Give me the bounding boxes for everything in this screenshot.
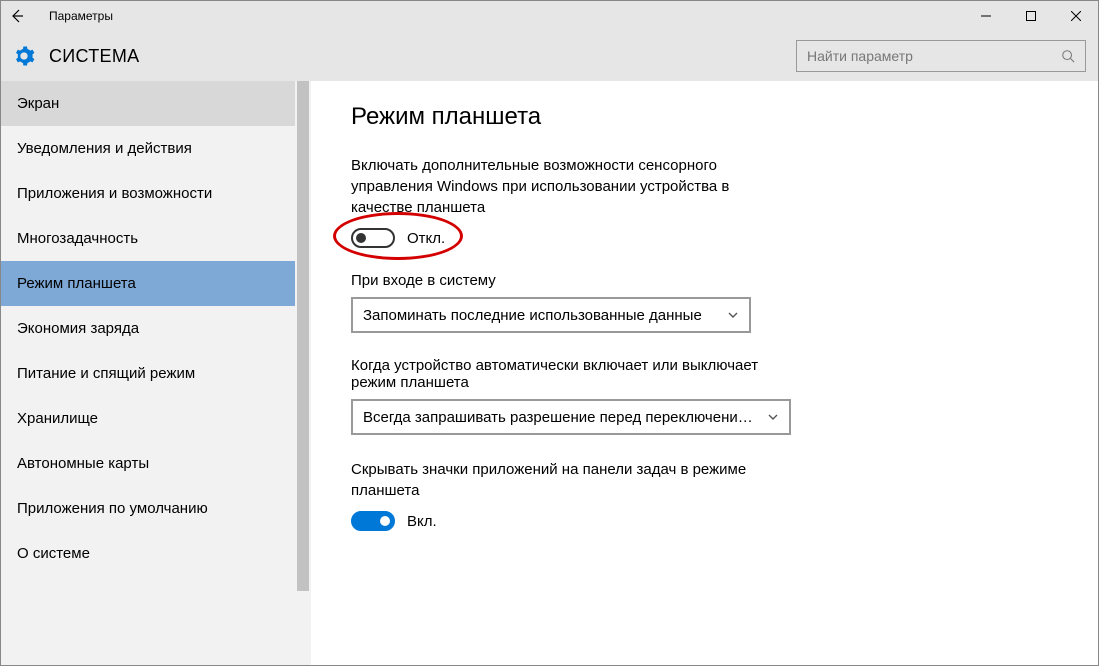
titlebar: Параметры	[1, 1, 1098, 31]
sidebar-item-9[interactable]: Приложения по умолчанию	[1, 486, 311, 531]
setting-label: Когда устройство автоматически включает …	[351, 357, 791, 391]
header-title: СИСТЕМА	[49, 46, 139, 67]
maximize-icon	[1026, 11, 1036, 21]
minimize-button[interactable]	[963, 1, 1008, 31]
dropdown-value: Запоминать последние использованные данн…	[363, 307, 721, 324]
setting-tablet-mode: Включать дополнительные возможности сенс…	[351, 155, 791, 248]
sidebar-item-1[interactable]: Уведомления и действия	[1, 126, 311, 171]
sidebar-item-label: Приложения по умолчанию	[17, 500, 208, 517]
setting-desc: Включать дополнительные возможности сенс…	[351, 155, 791, 218]
sidebar-item-5[interactable]: Экономия заряда	[1, 306, 311, 351]
scrollbar-thumb[interactable]	[297, 81, 309, 591]
sidebar-scrollbar[interactable]	[295, 81, 311, 665]
main-panel: Режим планшета Включать дополнительные в…	[311, 81, 1098, 665]
sidebar-item-label: Уведомления и действия	[17, 140, 192, 157]
sidebar-item-label: Хранилище	[17, 410, 98, 427]
sidebar-item-label: Автономные карты	[17, 455, 149, 472]
hide-icons-toggle[interactable]	[351, 511, 395, 531]
search-icon	[1061, 49, 1077, 63]
sidebar-item-2[interactable]: Приложения и возможности	[1, 171, 311, 216]
chevron-down-icon	[767, 411, 779, 423]
chevron-down-icon	[727, 309, 739, 321]
sidebar-item-8[interactable]: Автономные карты	[1, 441, 311, 486]
maximize-button[interactable]	[1008, 1, 1053, 31]
sidebar-item-label: Многозадачность	[17, 230, 138, 247]
sidebar: Экран Уведомления и действия Приложения и …	[1, 81, 311, 665]
sidebar-item-4[interactable]: Режим планшета	[1, 261, 311, 306]
sidebar-item-label: О системе	[17, 545, 90, 562]
close-icon	[1071, 11, 1081, 21]
sidebar-item-7[interactable]: Хранилище	[1, 396, 311, 441]
setting-desc: Скрывать значки приложений на панели зад…	[351, 459, 791, 501]
sidebar-item-6[interactable]: Питание и спящий режим	[1, 351, 311, 396]
toggle-label: Вкл.	[407, 513, 437, 530]
toggle-label: Откл.	[407, 230, 445, 247]
autoswitch-dropdown[interactable]: Всегда запрашивать разрешение перед пере…	[351, 399, 791, 435]
window-title: Параметры	[49, 9, 113, 23]
sidebar-item-10[interactable]: О системе	[1, 531, 311, 576]
sidebar-item-label: Питание и спящий режим	[17, 365, 195, 382]
sidebar-item-0[interactable]: Экран	[1, 81, 311, 126]
search-box[interactable]	[796, 40, 1086, 72]
content: Экран Уведомления и действия Приложения и …	[1, 81, 1098, 665]
header: СИСТЕМА	[1, 31, 1098, 81]
sidebar-item-label: Приложения и возможности	[17, 185, 212, 202]
signin-dropdown[interactable]: Запоминать последние использованные данн…	[351, 297, 751, 333]
sidebar-item-label: Экран	[17, 95, 59, 112]
back-button[interactable]	[9, 1, 49, 31]
close-button[interactable]	[1053, 1, 1098, 31]
dropdown-value: Всегда запрашивать разрешение перед пере…	[363, 409, 761, 426]
setting-label: При входе в систему	[351, 272, 791, 289]
setting-hide-icons: Скрывать значки приложений на панели зад…	[351, 459, 791, 531]
sidebar-item-3[interactable]: Многозадачность	[1, 216, 311, 261]
tablet-mode-toggle[interactable]	[351, 228, 395, 248]
setting-autoswitch: Когда устройство автоматически включает …	[351, 357, 791, 435]
arrow-left-icon	[9, 8, 25, 24]
page-title: Режим планшета	[351, 103, 1058, 131]
search-input[interactable]	[805, 47, 1061, 65]
setting-signin: При входе в систему Запоминать последние…	[351, 272, 791, 333]
sidebar-item-label: Экономия заряда	[17, 320, 139, 337]
gear-icon	[13, 45, 35, 67]
minimize-icon	[981, 11, 991, 21]
sidebar-item-label: Режим планшета	[17, 275, 136, 292]
